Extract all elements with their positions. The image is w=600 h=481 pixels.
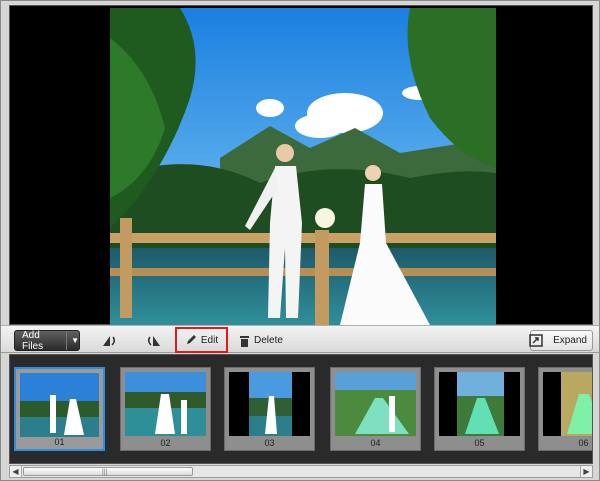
thumbnail-image [335,372,416,436]
thumbnail-image [20,373,99,437]
expand-button[interactable]: Expand [529,330,593,351]
delete-button[interactable]: Delete [234,330,284,351]
thumbnail-label: 01 [54,437,65,447]
scroll-left-icon[interactable]: ◀ [10,466,22,477]
thumbnail-01[interactable]: 01 [14,367,105,451]
thumbnail-image [543,372,592,436]
preview-photo [110,8,496,325]
filmstrip: 01 02 03 04 05 06 [9,354,593,464]
scroll-right-icon[interactable]: ▶ [580,466,592,477]
thumbnail-label: 02 [160,438,171,448]
pencil-icon [185,334,197,346]
thumbnail-06[interactable]: 06 [538,367,592,451]
scrollbar-thumb[interactable]: ||| [23,467,193,476]
expand-label: Expand [553,335,587,346]
thumbnail-image [229,372,310,436]
add-files-label: Add Files [15,330,68,352]
thumbnail-image [125,372,206,436]
add-files-button[interactable]: Add Files ▼ [14,330,80,352]
thumbnail-label: 04 [370,438,381,448]
thumbnail-04[interactable]: 04 [330,367,421,451]
thumbnail-02[interactable]: 02 [120,367,211,451]
rotate-left-button[interactable] [96,330,118,351]
chevron-down-icon[interactable]: ▼ [71,336,79,345]
filmstrip-scrollbar[interactable]: ◀ ||| ▶ [9,465,593,478]
delete-label: Delete [254,335,283,346]
expand-icon [529,334,543,347]
rotate-right-button[interactable] [141,330,163,351]
trash-icon [239,335,250,347]
thumbnail-05[interactable]: 05 [434,367,525,451]
photo-editor-window: Add Files ▼ Edit Delete Expand 01 02 03 … [0,0,600,481]
preview-panel [9,5,593,325]
scrollbar-grip: ||| [102,469,108,476]
thumbnail-image [439,372,520,436]
edit-label: Edit [200,334,219,346]
thumbnail-label: 03 [264,438,275,448]
rotate-right-icon [146,334,162,348]
edit-button[interactable]: Edit [175,327,228,353]
thumbnail-label: 05 [474,438,485,448]
rotate-left-icon [101,334,117,348]
thumbnail-label: 06 [578,438,589,448]
toolbar: Add Files ▼ Edit Delete Expand [1,325,599,353]
thumbnail-03[interactable]: 03 [224,367,315,451]
